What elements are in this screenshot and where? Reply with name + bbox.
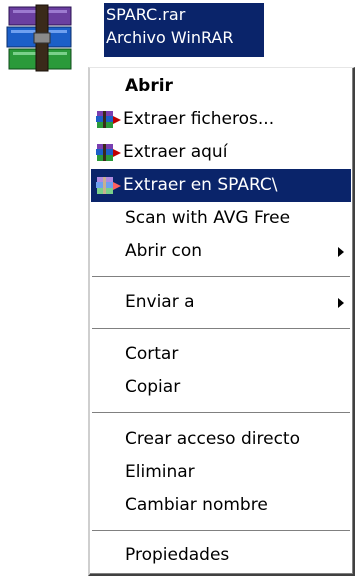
menu-item-abrir[interactable]: Abrir bbox=[91, 70, 351, 103]
file-size-partial bbox=[106, 48, 262, 57]
menu-separator bbox=[92, 328, 350, 330]
winrar-archive-icon[interactable] bbox=[3, 3, 89, 73]
menu-item-scan-avg[interactable]: Scan with AVG Free bbox=[91, 202, 351, 235]
submenu-arrow-icon bbox=[338, 247, 344, 257]
menu-separator bbox=[92, 412, 350, 414]
menu-separator bbox=[92, 276, 350, 278]
menu-item-cambiar-nombre[interactable]: Cambiar nombre bbox=[91, 489, 351, 522]
menu-item-eliminar[interactable]: Eliminar bbox=[91, 456, 351, 489]
menu-separator bbox=[92, 530, 350, 532]
winrar-extract-icon bbox=[96, 144, 121, 161]
menu-item-extraer-aqui[interactable]: Extraer aquí bbox=[91, 136, 351, 169]
winrar-extract-icon bbox=[96, 111, 121, 128]
menu-item-enviar-a[interactable]: Enviar a bbox=[91, 286, 351, 319]
desktop-file-label[interactable]: SPARC.rar Archivo WinRAR bbox=[104, 3, 264, 57]
menu-item-abrir-con[interactable]: Abrir con bbox=[91, 235, 351, 268]
menu-item-propiedades[interactable]: Propiedades bbox=[91, 539, 351, 572]
file-type: Archivo WinRAR bbox=[106, 28, 234, 47]
winrar-extract-icon bbox=[96, 177, 121, 194]
context-menu: Abrir Extraer ficheros... Extraer aquí E… bbox=[88, 67, 355, 576]
file-name: SPARC.rar bbox=[106, 5, 186, 24]
submenu-arrow-icon bbox=[338, 298, 344, 308]
menu-item-copiar[interactable]: Copiar bbox=[91, 371, 351, 404]
menu-item-extraer-ficheros[interactable]: Extraer ficheros... bbox=[91, 103, 351, 136]
menu-item-cortar[interactable]: Cortar bbox=[91, 338, 351, 371]
menu-item-extraer-en-sparc[interactable]: Extraer en SPARC\ bbox=[91, 169, 351, 202]
menu-item-crear-acceso-directo[interactable]: Crear acceso directo bbox=[91, 423, 351, 456]
